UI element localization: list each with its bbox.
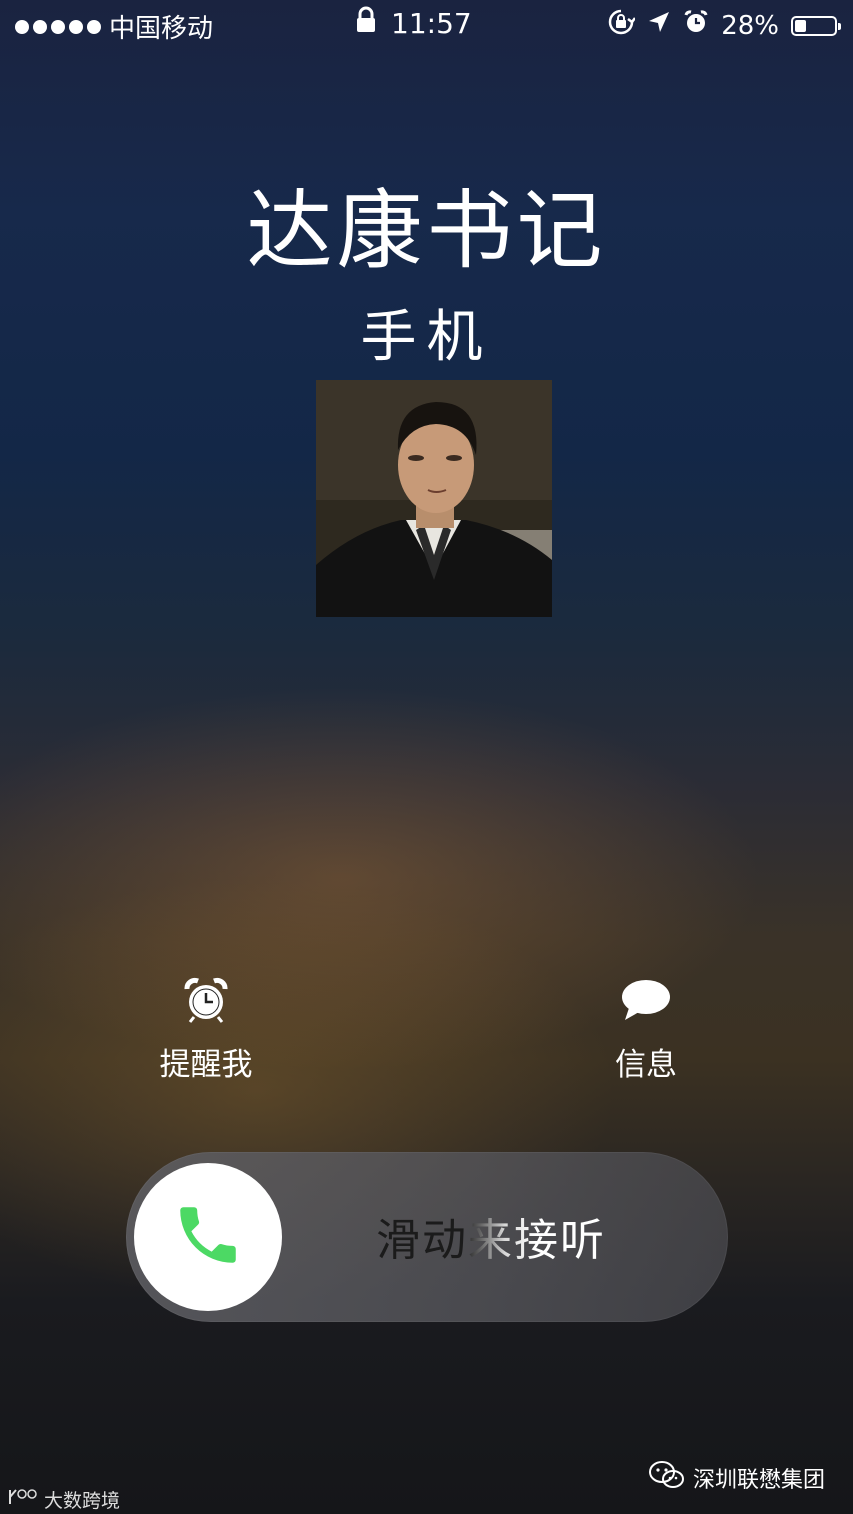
battery-percent: 28% [721,10,779,41]
lock-icon [355,6,377,41]
slide-to-answer-track[interactable]: 滑动来接听 [126,1152,728,1322]
alarm-icon [683,9,709,42]
message-bubble-icon [566,975,726,1025]
watermark-left: 大数跨境 [8,1486,120,1513]
caller-subtitle: 手机 [360,305,493,370]
watermark-logo-icon [8,1488,40,1511]
message-label: 信息 [615,1047,677,1083]
slide-to-answer-label: 滑动来接听 [376,1204,606,1268]
status-center: 11:57 [355,6,472,41]
watermark-right-text: 深圳联懋集团 [692,1468,825,1493]
caller-name: 达康书记 [246,181,607,281]
watermark-left-text: 大数跨境 [44,1490,121,1512]
phone-icon [171,1198,245,1276]
remind-me-label: 提醒我 [159,1047,253,1083]
location-arrow-icon [647,10,671,41]
wechat-icon [648,1460,685,1496]
status-right: 28% [607,8,841,43]
battery-icon [791,15,841,36]
status-time: 11:57 [391,7,472,40]
watermark-right: 深圳联懋集团 [648,1460,825,1496]
signal-dots-icon [15,19,101,34]
contact-photo [316,380,552,617]
message-button[interactable]: 信息 [566,975,726,1084]
carrier-label: 中国移动 [109,14,214,44]
alarm-clock-icon [126,975,286,1025]
remind-me-button[interactable]: 提醒我 [126,975,286,1084]
status-bar: 中国移动 11:57 28% [0,0,853,50]
status-left: 中国移动 [15,8,213,45]
answer-knob[interactable] [134,1163,282,1311]
rotation-lock-icon [607,8,637,43]
